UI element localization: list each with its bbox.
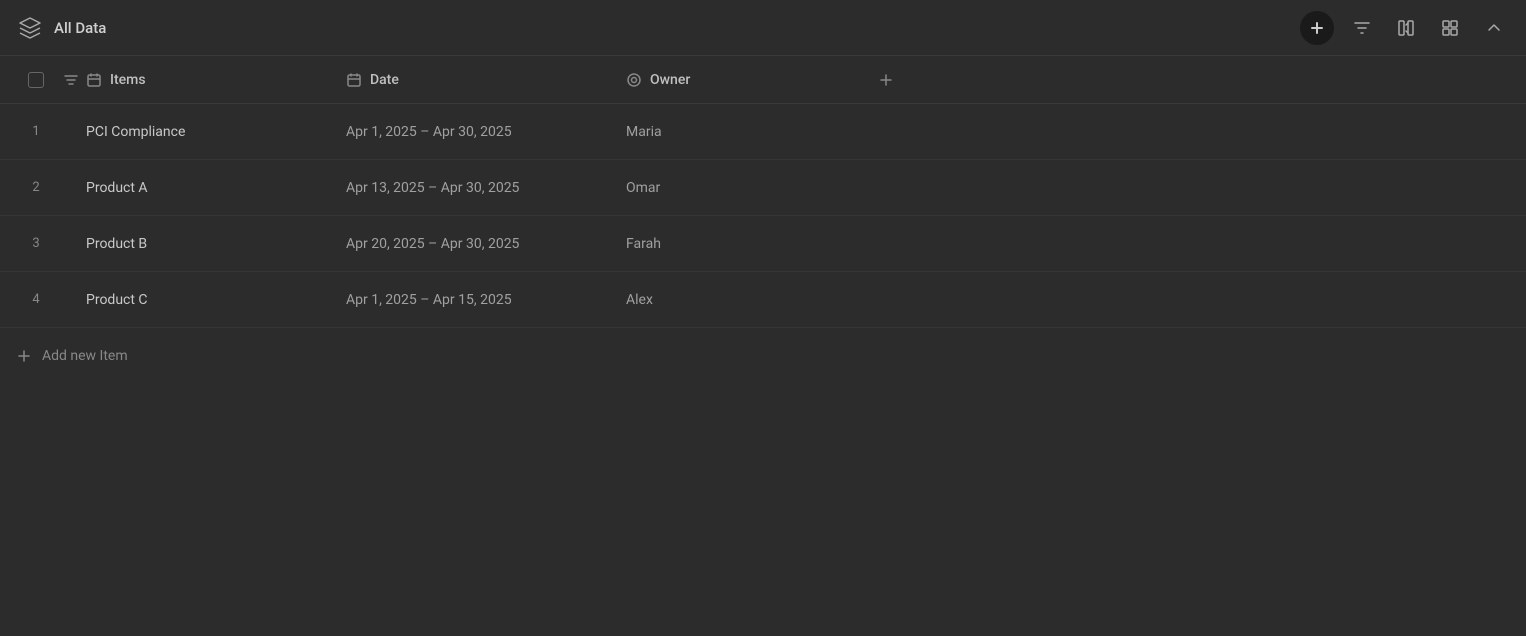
table-row[interactable]: 1 PCI Compliance Apr 1, 2025 – Apr 30, 2…	[0, 104, 1526, 160]
column-header-owner: Owner	[626, 72, 866, 88]
table-body: 1 PCI Compliance Apr 1, 2025 – Apr 30, 2…	[0, 104, 1526, 328]
sort-icon[interactable]	[56, 72, 86, 88]
owner-column-icon	[626, 72, 642, 88]
header-left: All Data	[16, 14, 106, 42]
checkbox-box[interactable]	[28, 72, 44, 88]
row-number: 2	[16, 180, 56, 195]
add-button[interactable]	[1300, 11, 1334, 45]
table-row[interactable]: 4 Product C Apr 1, 2025 – Apr 15, 2025 A…	[0, 272, 1526, 328]
row-owner: Farah	[626, 236, 866, 252]
row-date: Apr 1, 2025 – Apr 30, 2025	[346, 124, 626, 140]
row-item-name: PCI Compliance	[86, 124, 346, 140]
row-owner: Alex	[626, 292, 866, 308]
date-column-icon	[346, 72, 362, 88]
app-logo	[16, 14, 44, 42]
row-number: 4	[16, 292, 56, 307]
table-header: Items Date Owner	[0, 56, 1526, 104]
table-row[interactable]: 3 Product B Apr 20, 2025 – Apr 30, 2025 …	[0, 216, 1526, 272]
select-all-checkbox[interactable]	[16, 72, 56, 88]
row-owner: Omar	[626, 180, 866, 196]
edit-columns-button[interactable]	[1390, 12, 1422, 44]
table-row[interactable]: 2 Product A Apr 13, 2025 – Apr 30, 2025 …	[0, 160, 1526, 216]
owner-column-label: Owner	[650, 72, 690, 88]
column-header-items: Items	[86, 72, 346, 88]
calendar-icon	[86, 72, 102, 88]
add-new-item-row[interactable]: Add new Item	[0, 332, 1526, 380]
row-number: 1	[16, 124, 56, 139]
header-right	[1300, 11, 1510, 45]
row-owner: Maria	[626, 124, 866, 140]
items-column-label: Items	[110, 72, 146, 88]
row-item-name: Product A	[86, 180, 346, 196]
row-date: Apr 20, 2025 – Apr 30, 2025	[346, 236, 626, 252]
page-title: All Data	[54, 19, 106, 37]
collapse-button[interactable]	[1478, 12, 1510, 44]
add-new-item-label: Add new Item	[42, 348, 128, 364]
column-header-date: Date	[346, 72, 626, 88]
date-column-label: Date	[370, 72, 399, 88]
row-item-name: Product B	[86, 236, 346, 252]
add-column-button[interactable]	[866, 72, 906, 88]
add-new-item-icon	[16, 348, 32, 364]
layout-button[interactable]	[1434, 12, 1466, 44]
row-number: 3	[16, 236, 56, 251]
row-item-name: Product C	[86, 292, 346, 308]
row-date: Apr 13, 2025 – Apr 30, 2025	[346, 180, 626, 196]
row-date: Apr 1, 2025 – Apr 15, 2025	[346, 292, 626, 308]
app-header: All Data	[0, 0, 1526, 56]
filter-button[interactable]	[1346, 12, 1378, 44]
